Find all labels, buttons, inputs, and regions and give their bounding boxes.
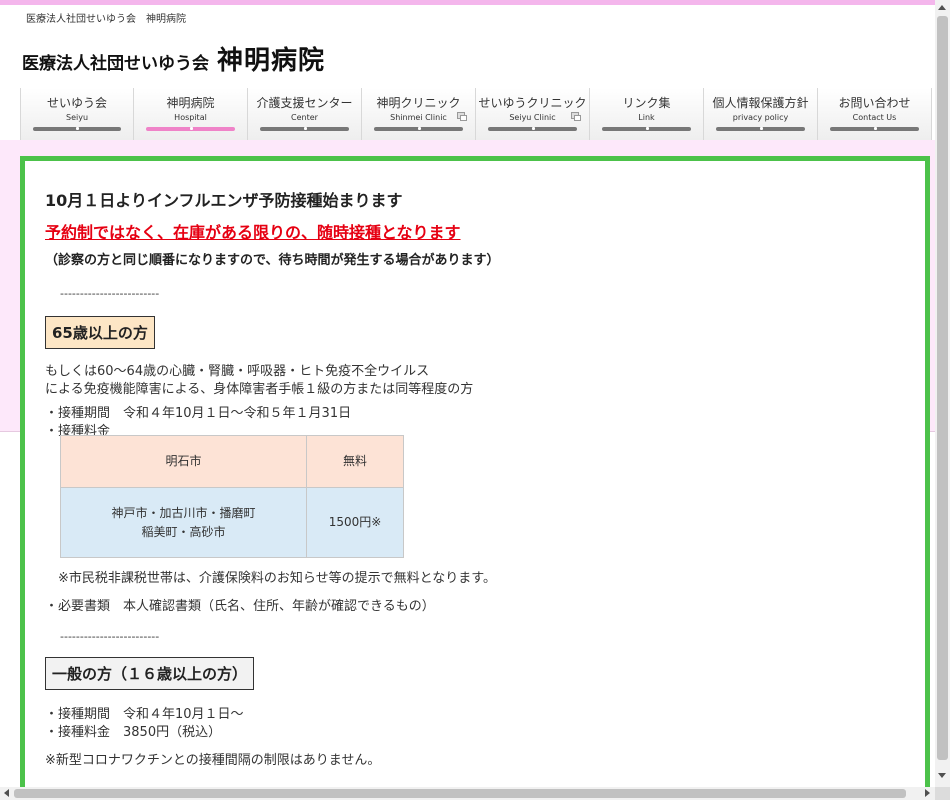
scroll-left-arrow-icon[interactable] xyxy=(4,789,9,797)
fee-table: 明石市 無料 神戸市・加古川市・播磨町 稲美町・高砂市 1500円※ xyxy=(60,435,404,558)
nav-item-links[interactable]: リンク集 Link xyxy=(590,88,704,140)
nav-label: 神明病院 xyxy=(166,96,215,110)
nav-label: 神明クリニック xyxy=(376,96,461,110)
table-row: 明石市 無料 xyxy=(60,435,404,488)
nav-indicator-bar xyxy=(374,127,463,131)
nav-sub-label: Contact Us xyxy=(852,113,897,122)
nav-dot-icon xyxy=(759,127,763,130)
nav-label: リンク集 xyxy=(622,96,671,110)
fee-area-cell: 神戸市・加古川市・播磨町 稲美町・高砂市 xyxy=(60,487,307,558)
nav-indicator-bar xyxy=(830,127,919,131)
nav-indicator-bar xyxy=(716,127,805,131)
top-stripe xyxy=(0,0,935,5)
external-window-icon xyxy=(571,112,581,121)
covid-interval-note: ※新型コロナワクチンとの接種間隔の制限はありません。 xyxy=(45,753,381,768)
scroll-up-arrow-icon[interactable] xyxy=(938,5,946,10)
fee-area-line1: 神戸市・加古川市・播磨町 xyxy=(111,505,256,520)
required-documents: ・必要書類 本人確認書類（氏名、住所、年齢が確認できるもの） xyxy=(45,599,435,614)
nav-sub-label: privacy policy xyxy=(732,113,789,122)
nav-item-privacy[interactable]: 個人情報保護方針 privacy policy xyxy=(704,88,818,140)
nav-dot-icon xyxy=(645,127,649,130)
general-fee: ・接種料金 3850円（税込） xyxy=(45,725,222,740)
table-row: 神戸市・加古川市・播磨町 稲美町・高砂市 1500円※ xyxy=(60,487,404,558)
scroll-right-arrow-icon[interactable] xyxy=(925,789,930,797)
scrollbar-corner xyxy=(935,787,950,800)
nav-indicator-bar xyxy=(33,127,121,131)
general-period: ・接種期間 令和４年10月１日～ xyxy=(45,707,244,722)
senior-section-heading: 65歳以上の方 xyxy=(45,316,155,349)
nav-indicator-bar xyxy=(260,127,349,131)
fee-area-line2: 稲美町・高砂市 xyxy=(141,524,226,539)
nav-item-seiyu-clinic[interactable]: せいゆうクリニック Seiyu Clinic xyxy=(476,88,590,140)
wait-time-notice: （診察の方と同じ順番になりますので、待ち時間が発生する場合があります） xyxy=(45,253,500,268)
nav-dot-icon xyxy=(873,127,877,130)
header-small-text: 医療法人社団せいゆう会 神明病院 xyxy=(26,14,186,25)
nav-indicator-bar xyxy=(488,127,577,131)
nav-label: せいゆうクリニック xyxy=(478,96,587,110)
nav-sub-label: Hospital xyxy=(174,113,207,122)
walk-in-notice: 予約制ではなく、在庫がある限りの、随時接種となります xyxy=(45,223,461,242)
nav-dot-icon xyxy=(417,127,421,130)
nav-indicator-bar-active xyxy=(146,127,235,131)
section-divider: ------------------------- xyxy=(60,630,160,643)
horizontal-scroll-thumb[interactable] xyxy=(14,789,906,798)
nav-item-shinmei-clinic[interactable]: 神明クリニック Shinmei Clinic xyxy=(362,88,476,140)
site-logo[interactable]: 医療法人社団せいゆう会 神明病院 xyxy=(22,40,325,77)
vertical-scrollbar[interactable] xyxy=(935,0,950,787)
vertical-scroll-thumb[interactable] xyxy=(937,16,948,760)
nav-sub-label: Seiyu xyxy=(65,113,89,122)
logo-corp-name: 医療法人社団せいゆう会 xyxy=(22,54,209,74)
scroll-down-arrow-icon[interactable] xyxy=(938,773,946,778)
senior-eligibility-line2: による免疫機能障害による、身体障害者手帳１級の方または同等程度の方 xyxy=(45,382,474,397)
external-window-icon xyxy=(457,112,467,121)
main-nav: せいゆう会 Seiyu 神明病院 Hospital 介護支援センター Cente… xyxy=(20,88,932,140)
logo-hospital-name: 神明病院 xyxy=(217,46,326,76)
horizontal-scrollbar[interactable] xyxy=(0,787,935,800)
nav-sub-label: Center xyxy=(291,113,318,122)
general-section-heading: 一般の方（１６歳以上の方） xyxy=(45,657,255,690)
senior-eligibility-line1: もしくは60～64歳の心臓・腎臓・呼吸器・ヒト免疫不全ウイルス xyxy=(45,364,430,379)
nav-dot-icon xyxy=(303,127,307,130)
section-divider: ------------------------- xyxy=(60,287,160,300)
nav-item-seiyu[interactable]: せいゆう会 Seiyu xyxy=(20,88,134,140)
nav-label: せいゆう会 xyxy=(46,96,107,110)
nav-label: 介護支援センター xyxy=(256,96,353,110)
fee-amount-cell: 無料 xyxy=(306,435,404,488)
nav-item-hospital[interactable]: 神明病院 Hospital xyxy=(134,88,248,140)
nav-label: 個人情報保護方針 xyxy=(712,96,809,110)
nav-dot-icon xyxy=(189,127,193,130)
page-title: 10月１日よりインフルエンザ予防接種始まります xyxy=(45,191,403,210)
nav-item-center[interactable]: 介護支援センター Center xyxy=(248,88,362,140)
main-content-panel: 10月１日よりインフルエンザ予防接種始まります 予約制ではなく、在庫がある限りの… xyxy=(20,156,930,796)
nav-sub-label: Link xyxy=(638,113,655,122)
nav-label: お問い合わせ xyxy=(838,96,911,110)
nav-indicator-bar xyxy=(602,127,691,131)
nav-dot-icon xyxy=(531,127,535,130)
tax-exempt-note: ※市民税非課税世帯は、介護保険料のお知らせ等の提示で無料となります。 xyxy=(58,571,496,586)
fee-area-cell: 明石市 xyxy=(60,435,307,488)
senior-period: ・接種期間 令和４年10月１日～令和５年１月31日 xyxy=(45,406,352,421)
nav-dot-icon xyxy=(76,127,79,130)
fee-amount-cell: 1500円※ xyxy=(306,487,404,558)
nav-item-contact[interactable]: お問い合わせ Contact Us xyxy=(818,88,932,140)
